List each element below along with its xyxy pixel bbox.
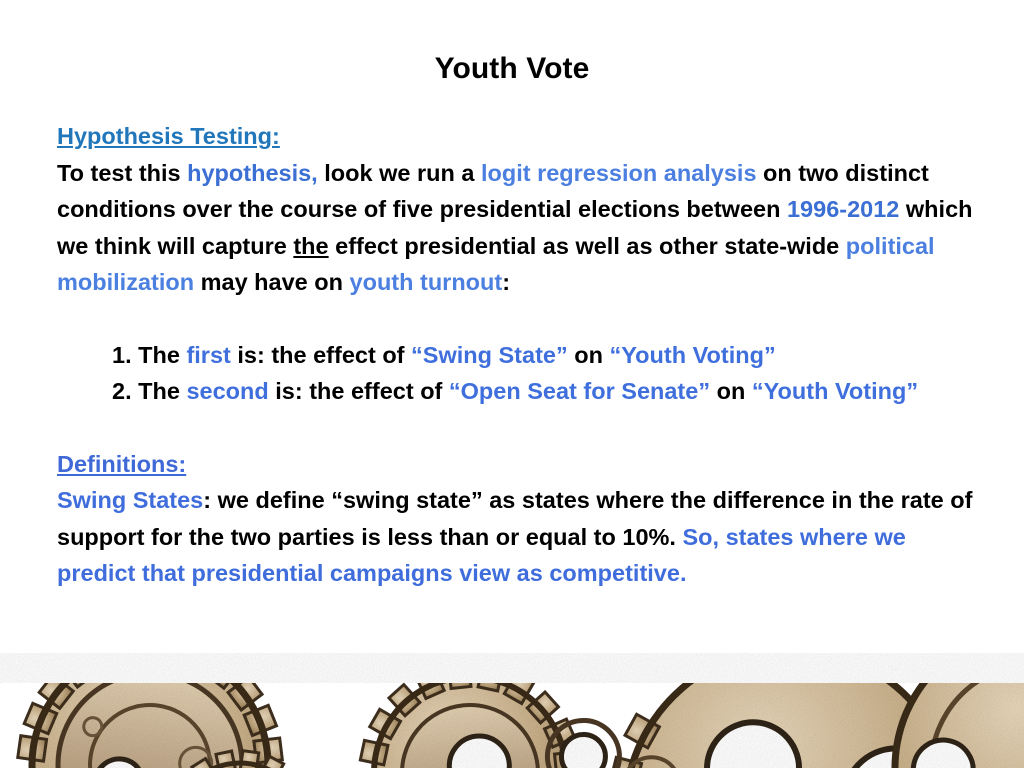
gears-icon bbox=[0, 653, 1024, 768]
list-1-marker: 1. The bbox=[112, 341, 187, 368]
para-run-year-range: 1996-2012 bbox=[786, 196, 900, 222]
list-2-term-open-seat: “Open Seat for Senate” bbox=[448, 378, 711, 404]
para-run-1: To test this bbox=[57, 159, 188, 186]
para-run-11: may have on bbox=[194, 269, 350, 295]
list-1-term-swing-state: “Swing State” bbox=[411, 341, 568, 368]
list-item: 2. The second is: the effect of “Open Se… bbox=[112, 373, 977, 410]
page-title: Youth Vote bbox=[434, 52, 590, 85]
hypothesis-list: 1. The first is: the effect of “Swing St… bbox=[57, 337, 977, 410]
para-run-13: : bbox=[502, 269, 511, 295]
definition-label-swing-states: Swing States bbox=[57, 487, 204, 513]
list-1-term-youth-voting: “Youth Voting” bbox=[609, 341, 776, 368]
hypothesis-paragraph: To test this hypothesis, look we run a l… bbox=[57, 155, 977, 301]
list-2-mid: is: the effect of bbox=[268, 378, 449, 404]
gears-footer-image bbox=[0, 653, 1024, 768]
list-2-joiner: on bbox=[710, 378, 752, 404]
list-1-mid: is: the effect of bbox=[230, 341, 412, 368]
definitions-heading-line: Definitions: bbox=[57, 446, 977, 483]
list-2-emphasis: second bbox=[186, 378, 269, 404]
slide-canvas: Youth Vote Hypothesis Testing: To test t… bbox=[0, 0, 1024, 768]
list-item: 1. The first is: the effect of “Swing St… bbox=[112, 337, 977, 374]
para-run-hypothesis: hypothesis, bbox=[187, 159, 318, 186]
spacer-after-list bbox=[57, 410, 977, 446]
para-run-9: effect presidential as well as other sta… bbox=[328, 232, 846, 259]
para-run-the-underlined: the bbox=[293, 232, 329, 259]
definitions-heading: Definitions: bbox=[57, 450, 187, 477]
para-run-3: look we run a bbox=[317, 159, 481, 186]
spacer-after-paragraph bbox=[57, 301, 977, 337]
para-run-logit-regression: logit regression analysis bbox=[480, 159, 757, 186]
list-1-joiner: on bbox=[567, 341, 610, 368]
para-run-youth-turnout: youth turnout bbox=[349, 269, 503, 295]
hypothesis-testing-heading: Hypothesis Testing: bbox=[57, 123, 280, 149]
hypothesis-heading-line: Hypothesis Testing: bbox=[57, 118, 977, 155]
list-2-term-youth-voting: “Youth Voting” bbox=[751, 378, 919, 404]
list-1-emphasis: first bbox=[186, 341, 231, 368]
list-2-marker: 2. The bbox=[112, 378, 187, 404]
swing-states-definition: Swing States: we define “swing state” as… bbox=[57, 482, 977, 592]
slide-body: Hypothesis Testing: To test this hypothe… bbox=[57, 118, 977, 592]
